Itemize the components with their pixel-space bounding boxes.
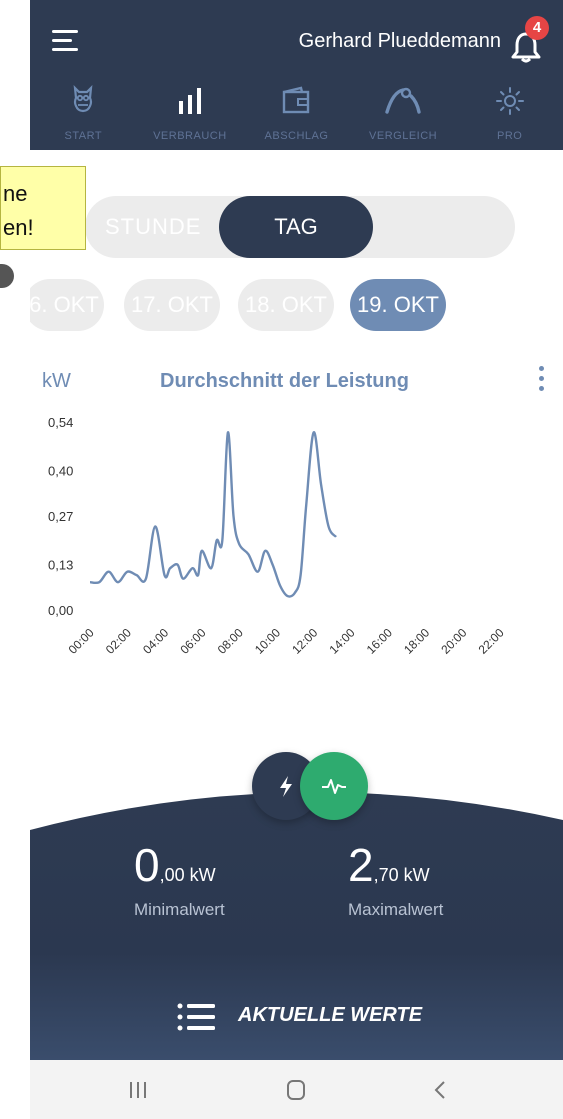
tooltip-pointer <box>0 264 14 288</box>
min-value-decimal: ,00 kW <box>159 865 216 885</box>
nav-label: ABSCHLAG <box>264 130 329 142</box>
power-series-line <box>89 431 337 598</box>
hint-tooltip: ne en! <box>0 166 86 250</box>
max-value-integer: 2 <box>348 839 374 891</box>
x-tick-label: 14:00 <box>327 625 358 656</box>
y-tick-label: 0,54 <box>48 415 73 430</box>
tooltip-line-1: ne <box>3 181 28 206</box>
x-tick-label: 02:00 <box>103 625 134 656</box>
power-chart: 0,54 0,40 0,27 0,13 0,00 00:00 02:00 04:00 06:00… <box>48 415 507 657</box>
pulse-icon <box>322 779 346 794</box>
main-nav: START VERBRAUCH ABSCHLAG VERGLEICH PRO <box>30 80 563 150</box>
x-tick-label: 22:00 <box>476 625 507 656</box>
date-chip[interactable]: 6. OKT <box>30 279 104 331</box>
x-tick-label: 10:00 <box>252 625 283 656</box>
x-tick-label: 08:00 <box>215 625 246 656</box>
user-name[interactable]: Gerhard Plueddemann <box>299 30 501 53</box>
max-value: 2,70 kW <box>348 838 430 892</box>
notifications-button[interactable]: 4 <box>509 16 549 64</box>
back-icon <box>434 1081 445 1099</box>
y-tick-label: 0,13 <box>48 558 73 573</box>
max-value-decimal: ,70 kW <box>373 865 430 885</box>
gauge-icon <box>385 87 421 114</box>
app-header: Gerhard Plueddemann 4 START VERBRAUCH AB… <box>30 0 563 150</box>
nav-label: VERGLEICH <box>369 130 438 142</box>
nav-label: PRO <box>497 130 523 142</box>
tooltip-line-2: en! <box>3 215 34 240</box>
x-tick-label: 16:00 <box>364 625 395 656</box>
nav-label: VERBRAUCH <box>153 130 227 142</box>
date-chip[interactable]: 17. OKT <box>124 279 220 331</box>
chart-title: Durchschnitt der Leistung <box>160 370 409 392</box>
min-label: Minimalwert <box>134 900 225 919</box>
notification-badge: 4 <box>525 16 549 40</box>
sun-icon <box>495 87 524 115</box>
x-tick-label: 06:00 <box>177 625 208 656</box>
x-tick-label: 00:00 <box>66 625 97 656</box>
date-chip-selected[interactable]: 19. OKT <box>350 279 446 331</box>
nav-item-pro[interactable]: PRO <box>456 80 563 150</box>
more-options-icon[interactable] <box>539 366 545 394</box>
x-tick-label: 04:00 <box>140 625 171 656</box>
date-chip[interactable]: 18. OKT <box>238 279 334 331</box>
current-values-label: AKTUELLE WERTE <box>238 1004 423 1026</box>
system-nav-bar <box>30 1060 563 1119</box>
nav-item-verbrauch[interactable]: VERBRAUCH <box>137 80 244 150</box>
chart-unit-label: kW <box>42 370 71 392</box>
nav-item-start[interactable]: START <box>30 80 137 150</box>
home-icon <box>287 1080 305 1100</box>
x-tick-label: 20:00 <box>438 625 469 656</box>
y-tick-label: 0,27 <box>48 509 73 524</box>
current-values-button[interactable]: AKTUELLE WERTE <box>30 1000 563 1034</box>
x-tick-label: 12:00 <box>289 625 320 656</box>
app-screen: Gerhard Plueddemann 4 START VERBRAUCH AB… <box>30 0 563 1119</box>
nav-label: START <box>64 130 103 142</box>
min-value-integer: 0 <box>134 839 160 891</box>
period-toggle: STUNDE TAG <box>85 196 515 258</box>
min-value: 0,00 kW <box>134 838 216 892</box>
bar-chart-icon <box>178 88 201 114</box>
list-icon <box>177 1003 215 1031</box>
hamburger-menu-icon[interactable] <box>52 30 80 52</box>
system-nav-icons <box>130 1080 445 1100</box>
x-tick-label: 18:00 <box>401 625 432 656</box>
pulse-view-button[interactable] <box>300 752 368 820</box>
y-tick-label: 0,00 <box>48 603 73 618</box>
max-label: Maximalwert <box>348 900 444 919</box>
y-tick-label: 0,40 <box>48 464 73 479</box>
segment-stunde[interactable]: STUNDE <box>105 196 201 258</box>
segment-tag[interactable]: TAG <box>219 196 373 258</box>
owl-icon <box>73 85 93 113</box>
wallet-icon <box>283 86 310 114</box>
nav-item-vergleich[interactable]: VERGLEICH <box>350 80 457 150</box>
nav-item-abschlag[interactable]: ABSCHLAG <box>243 80 350 150</box>
